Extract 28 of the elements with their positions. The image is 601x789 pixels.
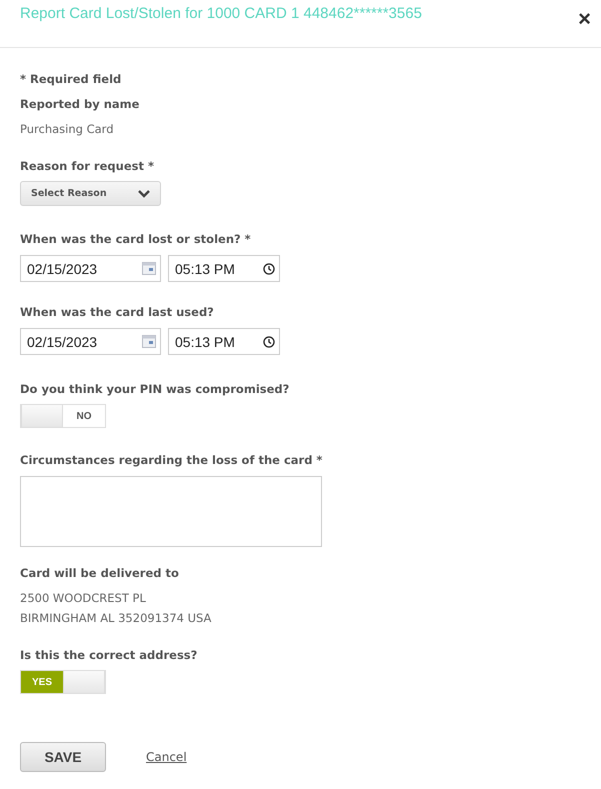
address-line: 2500 WOODCREST PL: [20, 591, 147, 605]
field-value: Purchasing Card: [20, 122, 114, 136]
close-button[interactable]: ×: [572, 8, 597, 30]
calendar-icon[interactable]: [142, 262, 156, 275]
time-field[interactable]: 05:13 PM: [168, 255, 280, 282]
circumstances-field[interactable]: [20, 476, 322, 547]
field-label: When was the card last used?: [20, 305, 215, 319]
clock-icon[interactable]: [263, 262, 275, 274]
clock-icon[interactable]: [263, 336, 275, 348]
field-label: When was the card lost or stolen? *: [20, 232, 252, 246]
time-field[interactable]: 05:13 PM: [168, 328, 280, 355]
address-line: BIRMINGHAM AL 352091374 USA: [20, 611, 212, 625]
required-note: * Required field: [20, 72, 122, 86]
field-label: Do you think your PIN was compromised?: [20, 382, 290, 396]
field-label: Reported by name: [20, 97, 140, 111]
field-label: Circumstances regarding the loss of the card *: [20, 453, 324, 467]
field-label: Reason for request *: [20, 159, 155, 173]
reason-dropdown[interactable]: Select Reason: [20, 181, 161, 206]
save-button[interactable]: SAVE: [20, 742, 106, 772]
chevron-down-icon: [138, 190, 150, 198]
field-label: Is this the correct address?: [20, 648, 198, 662]
calendar-icon[interactable]: [142, 335, 156, 348]
cancel-link[interactable]: Cancel: [146, 750, 187, 764]
field-label: Card will be delivered to: [20, 566, 180, 580]
date-field[interactable]: 02/15/2023: [20, 328, 161, 355]
date-field[interactable]: 02/15/2023: [20, 255, 161, 282]
dialog-title: Report Card Lost/Stolen for 1000 CARD 1 448462******3565: [20, 5, 422, 22]
toggle-switch[interactable]: NO: [20, 404, 106, 428]
